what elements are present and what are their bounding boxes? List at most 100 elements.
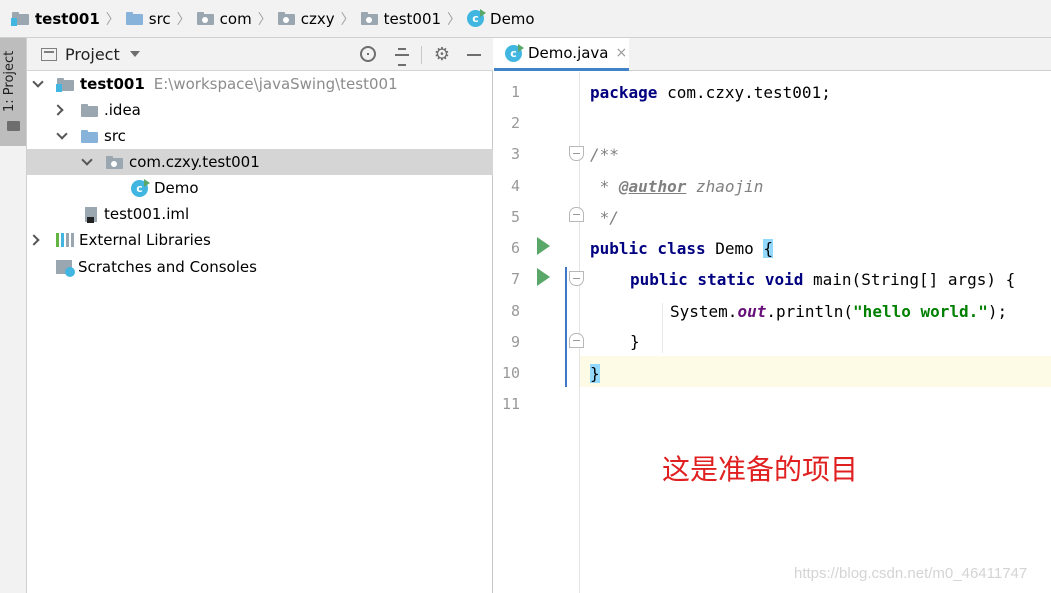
tree-item-label: External Libraries <box>79 231 211 249</box>
breadcrumb-czxy[interactable]: czxy 〉 <box>277 0 361 38</box>
code-line-7: public static void main(String[] args) { <box>630 264 1015 295</box>
java-class-icon: c <box>505 43 524 62</box>
comment: */ <box>590 208 619 227</box>
chevron-right-icon: 〉 <box>257 11 272 28</box>
code-text: System. <box>670 302 738 321</box>
line-number: 9 <box>510 333 520 351</box>
java-class-icon: c <box>467 9 487 27</box>
tree-item-test001[interactable]: test001 E:\workspace\javaSwing\test001 <box>27 71 493 97</box>
tree-item-demo[interactable]: c Demo <box>27 175 493 201</box>
chevron-down-icon[interactable] <box>56 128 68 140</box>
code-text: .println( <box>766 302 854 321</box>
package-icon <box>196 12 214 25</box>
project-view-icon <box>41 47 57 61</box>
tree-item-label: com.czxy.test001 <box>129 153 260 171</box>
navigation-bar: test001 〉 src 〉 com 〉 czxy 〉 test001 〉 c… <box>0 0 1051 38</box>
tab-label: Demo.java <box>528 44 609 62</box>
tree-item-src[interactable]: src <box>27 123 493 149</box>
tree-item-scratches[interactable]: Scratches and Consoles <box>27 254 493 280</box>
matched-brace: } <box>590 364 600 383</box>
line-number: 10 <box>501 364 520 382</box>
chevron-right-icon: 〉 <box>105 11 120 28</box>
chevron-down-icon[interactable] <box>32 76 44 88</box>
chevron-right-icon[interactable] <box>28 234 40 246</box>
source-folder-icon <box>125 12 143 25</box>
line-number: 3 <box>510 145 520 163</box>
string-literal: "hello world." <box>853 302 988 321</box>
run-main-icon[interactable] <box>537 268 550 286</box>
tool-window-label: 1: Project <box>2 50 17 112</box>
chevron-right-icon: 〉 <box>447 11 462 28</box>
line-number: 6 <box>510 239 520 257</box>
breadcrumb-test001-package[interactable]: test001 〉 <box>360 0 467 38</box>
locate-target-icon[interactable] <box>360 46 376 62</box>
breadcrumb-label: com <box>219 9 252 28</box>
breadcrumb-demo[interactable]: c Demo <box>467 0 535 38</box>
tree-item-idea[interactable]: .idea <box>27 97 493 123</box>
module-folder-icon <box>11 12 29 26</box>
unfold-method-icon[interactable] <box>569 333 584 348</box>
breadcrumb-label: czxy <box>300 9 335 28</box>
keyword: public static void <box>630 270 804 289</box>
scratches-icon <box>56 260 75 277</box>
tree-item-label: test001.iml <box>104 205 190 223</box>
code-line-10: } <box>590 358 600 389</box>
editor-tab-bar: c Demo.java × <box>494 38 1051 71</box>
static-field: out <box>737 302 767 321</box>
chevron-right-icon: 〉 <box>340 11 355 28</box>
unfold-comment-icon[interactable] <box>569 207 584 222</box>
dropdown-arrow-icon[interactable] <box>129 51 140 57</box>
breadcrumb-label: Demo <box>490 9 535 28</box>
code-editor: c Demo.java × 1 2 3 4 5 6 7 8 9 10 11 pa… <box>494 38 1051 593</box>
line-number: 2 <box>510 114 520 132</box>
run-class-icon[interactable] <box>537 237 550 255</box>
module-path: E:\workspace\javaSwing\test001 <box>153 75 398 93</box>
line-number: 4 <box>510 177 520 195</box>
breadcrumb-label: test001 <box>383 9 442 28</box>
package-icon <box>360 12 378 25</box>
fold-method-icon[interactable] <box>569 271 584 286</box>
code-line-9: } <box>630 326 640 357</box>
fold-comment-icon[interactable] <box>569 146 584 161</box>
breadcrumb-label: test001 <box>35 9 100 28</box>
code-text: } <box>630 332 640 351</box>
indent-guide <box>662 303 663 353</box>
matched-brace: { <box>763 239 774 258</box>
code-text: main(String[] args) { <box>803 270 1016 289</box>
source-folder-icon <box>81 129 98 143</box>
breadcrumb-test001[interactable]: test001 〉 <box>11 0 126 38</box>
folder-icon <box>81 103 98 117</box>
code-line-4: * @author zhaojin <box>590 171 764 202</box>
project-panel: Project ⚙ test001 E:\workspace\javaSwing… <box>27 38 493 593</box>
chevron-down-icon[interactable] <box>81 154 93 166</box>
tree-item-label: Demo <box>154 179 199 197</box>
libraries-icon <box>56 233 74 247</box>
collapse-all-icon[interactable] <box>393 46 411 66</box>
comment: /** <box>590 145 619 164</box>
keyword: package <box>590 83 658 102</box>
line-number: 7 <box>510 270 520 288</box>
java-class-icon: c <box>131 178 150 197</box>
editor-gutter: 1 2 3 4 5 6 7 8 9 10 11 <box>494 72 584 593</box>
javadoc-tag: @author <box>618 177 687 196</box>
close-icon[interactable]: × <box>616 45 628 61</box>
breadcrumb-label: src <box>148 9 171 28</box>
folder-icon <box>7 121 20 131</box>
breadcrumb-src[interactable]: src 〉 <box>125 0 197 38</box>
tree-item-package[interactable]: com.czxy.test001 <box>27 149 493 175</box>
panel-title[interactable]: Project <box>65 45 120 64</box>
code-text: ); <box>987 302 1008 321</box>
vcs-change-marker <box>565 267 567 387</box>
tree-item-iml[interactable]: test001.iml <box>27 201 493 227</box>
tab-demo-java[interactable]: c Demo.java × <box>494 38 629 71</box>
line-number: 11 <box>501 395 520 413</box>
gear-icon[interactable]: ⚙ <box>433 46 451 64</box>
module-folder-icon <box>56 77 74 92</box>
hide-panel-icon[interactable] <box>465 46 483 64</box>
chevron-right-icon[interactable] <box>52 104 64 116</box>
tree-item-external-libraries[interactable]: External Libraries <box>27 227 493 253</box>
project-tool-window-button[interactable]: 1: Project <box>0 38 26 146</box>
tree-item-label: src <box>104 127 126 145</box>
package-icon <box>277 12 295 25</box>
breadcrumb-com[interactable]: com 〉 <box>196 0 278 38</box>
